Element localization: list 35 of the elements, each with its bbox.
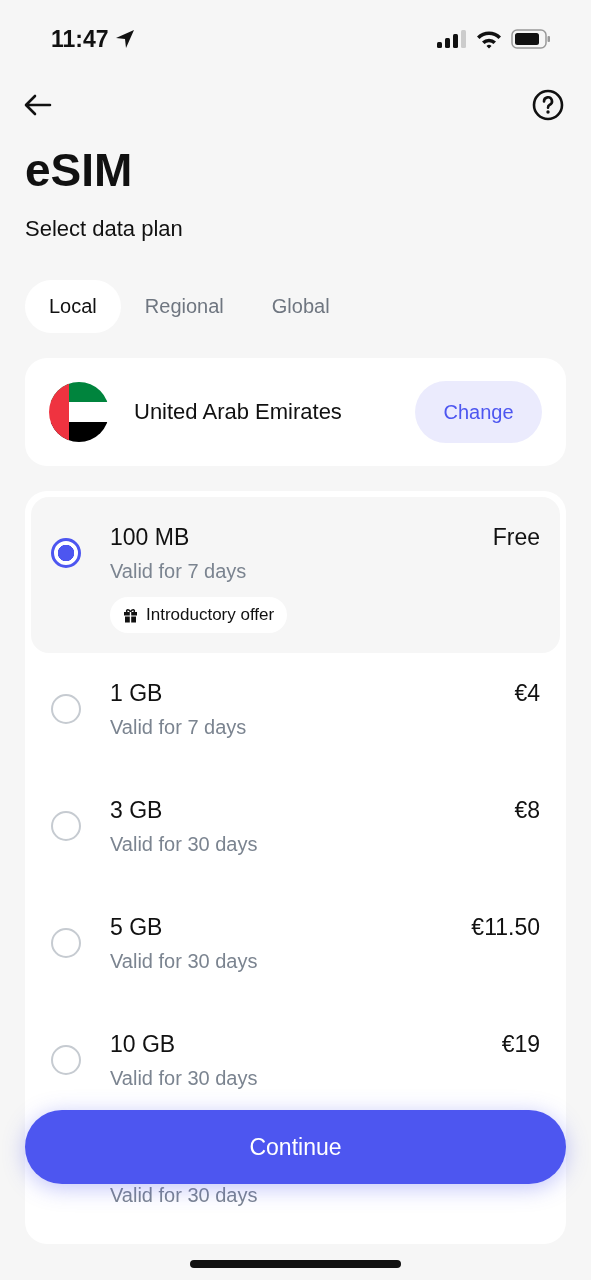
plan-validity: Valid for 30 days — [110, 832, 259, 857]
flag-icon — [49, 382, 109, 442]
tab[interactable]: Global — [247, 280, 354, 333]
back-button[interactable] — [24, 94, 52, 116]
continue-button[interactable]: Continue — [25, 1110, 566, 1184]
plan-validity: Valid for 30 days — [110, 949, 259, 974]
plan-price: €11.50 — [471, 913, 540, 941]
tab[interactable]: Regional — [120, 280, 248, 333]
wifi-icon — [476, 29, 502, 49]
status-time: 11:47 — [51, 25, 109, 53]
plan-data: 100 MB — [110, 523, 190, 551]
radio-button[interactable] — [51, 538, 81, 568]
badge-text: Introductory offer — [146, 605, 275, 625]
tab[interactable]: Local — [25, 280, 121, 333]
plan-data: 10 GB — [110, 1030, 176, 1058]
plan-price: Free — [492, 523, 540, 551]
help-button[interactable] — [532, 89, 564, 121]
page-subtitle: Select data plan — [25, 215, 184, 243]
plan-data: 3 GB — [110, 796, 163, 824]
plan-price: €8 — [514, 796, 540, 824]
gift-icon — [123, 607, 138, 623]
plan-validity: Valid for 30 days — [110, 1183, 259, 1208]
page-title: eSIM — [25, 144, 134, 196]
country-name: United Arab Emirates — [134, 399, 343, 425]
plan-validity: Valid for 7 days — [110, 715, 248, 740]
location-arrow-icon — [114, 29, 135, 49]
plan-validity: Valid for 30 days — [110, 1066, 259, 1091]
change-button[interactable]: Change — [415, 381, 542, 443]
plan-data: 1 GB — [110, 679, 163, 707]
plan-validity: Valid for 7 days — [110, 559, 248, 584]
plan-data: 5 GB — [110, 913, 163, 941]
plan-price: €19 — [501, 1030, 540, 1058]
plan-price: €4 — [514, 679, 540, 707]
signal-icon — [437, 30, 467, 48]
battery-icon — [511, 29, 551, 49]
